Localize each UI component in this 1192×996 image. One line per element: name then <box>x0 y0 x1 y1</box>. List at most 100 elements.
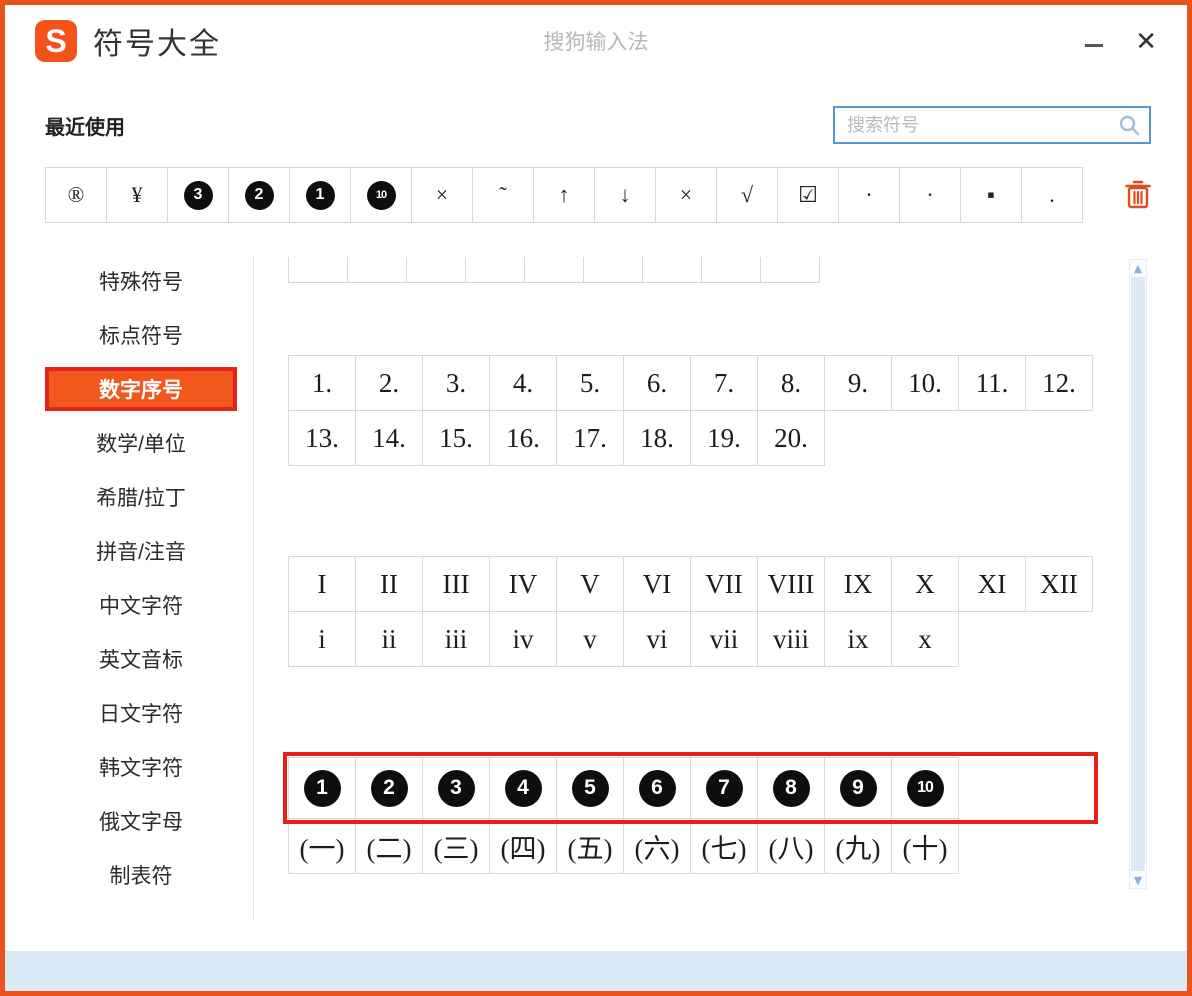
symbol-cell[interactable]: x <box>891 611 959 667</box>
symbol-cell[interactable]: 4 <box>489 757 557 819</box>
symbol-cell[interactable]: X <box>891 556 959 612</box>
recent-symbol-cell[interactable]: ↓ <box>594 167 656 223</box>
recent-symbol-cell[interactable]: ¥ <box>106 167 168 223</box>
symbol-cell[interactable]: I <box>288 556 356 612</box>
symbol-cell[interactable]: 20. <box>757 410 825 466</box>
search-input[interactable] <box>847 114 1117 136</box>
symbol-cell[interactable]: 13. <box>288 410 356 466</box>
sidebar-item[interactable]: 数字序号 <box>45 367 237 411</box>
symbol-cell[interactable]: (三) <box>422 818 490 874</box>
symbol-cell[interactable]: iv <box>489 611 557 667</box>
search-box[interactable] <box>833 106 1151 144</box>
symbol-cell[interactable]: VII <box>690 556 758 612</box>
symbol-cell[interactable]: 3 <box>422 757 490 819</box>
symbol-cell[interactable]: (五) <box>556 818 624 874</box>
sidebar-item[interactable]: 拼音/注音 <box>45 529 237 573</box>
symbol-cell[interactable]: VIII <box>757 556 825 612</box>
recent-symbol-cell[interactable]: · <box>838 167 900 223</box>
recent-symbol-cell[interactable]: 2 <box>228 167 290 223</box>
recent-symbol-cell[interactable]: 10 <box>350 167 412 223</box>
symbol-cell[interactable]: IX <box>824 556 892 612</box>
symbol-cell[interactable]: 14. <box>355 410 423 466</box>
symbol-cell[interactable]: II <box>355 556 423 612</box>
recent-symbol-cell[interactable]: 1 <box>289 167 351 223</box>
sidebar-item[interactable]: 中文字符 <box>45 583 237 627</box>
sidebar-item[interactable]: 英文音标 <box>45 637 237 681</box>
symbol-cell[interactable]: 1 <box>288 757 356 819</box>
symbol-cell[interactable]: III <box>422 556 490 612</box>
recent-symbol-cell[interactable]: ® <box>45 167 107 223</box>
symbol-cell[interactable]: 2. <box>355 355 423 411</box>
sidebar-item[interactable]: 韩文字符 <box>45 745 237 789</box>
symbol-cell[interactable]: 3. <box>422 355 490 411</box>
symbol-cell[interactable]: (七) <box>690 818 758 874</box>
recent-symbol-cell[interactable]: ↑ <box>533 167 595 223</box>
symbol-cell[interactable]: 9 <box>824 757 892 819</box>
symbol-cell[interactable]: ix <box>824 611 892 667</box>
recent-symbol-cell[interactable]: √ <box>716 167 778 223</box>
symbol-cell[interactable]: (四) <box>489 818 557 874</box>
recent-symbol-cell[interactable]: 3 <box>167 167 229 223</box>
recent-symbol-cell[interactable]: ☑ <box>777 167 839 223</box>
symbol-cell[interactable]: 9. <box>824 355 892 411</box>
sidebar-item[interactable]: 制表符 <box>45 853 237 897</box>
symbol-cell[interactable]: XI <box>958 556 1026 612</box>
sidebar-item[interactable]: 特殊符号 <box>45 259 237 303</box>
symbol-cell[interactable]: 4. <box>489 355 557 411</box>
trash-icon[interactable] <box>1121 175 1155 215</box>
symbol-cell[interactable]: v <box>556 611 624 667</box>
recent-symbol-cell[interactable]: ˜ <box>472 167 534 223</box>
symbol-cell[interactable]: vii <box>690 611 758 667</box>
scrollbar[interactable]: ▲ ▼ <box>1129 259 1147 889</box>
symbol-cell[interactable]: 1. <box>288 355 356 411</box>
symbol-cell[interactable]: 16. <box>489 410 557 466</box>
symbol-cell[interactable]: 11. <box>958 355 1026 411</box>
sidebar-item[interactable]: 数学/单位 <box>45 421 237 465</box>
recent-symbol-cell[interactable]: × <box>655 167 717 223</box>
sidebar-item[interactable]: 标点符号 <box>45 313 237 357</box>
symbol-cell[interactable]: 15. <box>422 410 490 466</box>
symbol-cell[interactable]: V <box>556 556 624 612</box>
symbol-cell[interactable]: iii <box>422 611 490 667</box>
recent-symbol-cell[interactable]: ▪ <box>960 167 1022 223</box>
symbol-cell[interactable]: 5. <box>556 355 624 411</box>
symbol-cell[interactable]: 7 <box>690 757 758 819</box>
symbol-cell[interactable]: 10 <box>891 757 959 819</box>
symbol-cell[interactable]: viii <box>757 611 825 667</box>
symbol-cell[interactable]: 10. <box>891 355 959 411</box>
symbol-cell[interactable]: (八) <box>757 818 825 874</box>
symbol-cell[interactable]: 2 <box>355 757 423 819</box>
symbol-cell[interactable]: i <box>288 611 356 667</box>
symbol-cell[interactable]: 6 <box>623 757 691 819</box>
symbol-cell[interactable]: 7. <box>690 355 758 411</box>
minimize-button[interactable] <box>1083 26 1105 56</box>
recent-symbol-cell[interactable]: . <box>1021 167 1083 223</box>
sidebar-item[interactable]: 俄文字母 <box>45 799 237 843</box>
scroll-down-icon[interactable]: ▼ <box>1130 872 1146 888</box>
symbol-cell[interactable]: (九) <box>824 818 892 874</box>
symbol-cell[interactable]: (二) <box>355 818 423 874</box>
symbol-cell[interactable]: 6. <box>623 355 691 411</box>
symbol-cell[interactable]: 8 <box>757 757 825 819</box>
symbol-cell[interactable]: ii <box>355 611 423 667</box>
sidebar-item[interactable]: 希腊/拉丁 <box>45 475 237 519</box>
symbol-cell[interactable]: IV <box>489 556 557 612</box>
close-button[interactable]: ✕ <box>1135 28 1157 54</box>
symbol-cell[interactable]: 12. <box>1025 355 1093 411</box>
symbol-cell[interactable]: VI <box>623 556 691 612</box>
scrollbar-thumb[interactable] <box>1131 277 1145 871</box>
scroll-up-icon[interactable]: ▲ <box>1130 260 1146 276</box>
symbol-cell[interactable]: 17. <box>556 410 624 466</box>
symbol-cell[interactable]: (一) <box>288 818 356 874</box>
symbol-cell[interactable]: vi <box>623 611 691 667</box>
symbol-cell[interactable]: 8. <box>757 355 825 411</box>
recent-symbol-cell[interactable]: × <box>411 167 473 223</box>
symbol-cell[interactable]: 18. <box>623 410 691 466</box>
symbol-cell[interactable]: (六) <box>623 818 691 874</box>
symbol-cell[interactable]: XII <box>1025 556 1093 612</box>
symbol-cell[interactable]: (十) <box>891 818 959 874</box>
search-icon[interactable] <box>1117 113 1141 137</box>
recent-symbol-cell[interactable]: · <box>899 167 961 223</box>
symbol-cell[interactable]: 5 <box>556 757 624 819</box>
sidebar-item[interactable]: 日文字符 <box>45 691 237 735</box>
